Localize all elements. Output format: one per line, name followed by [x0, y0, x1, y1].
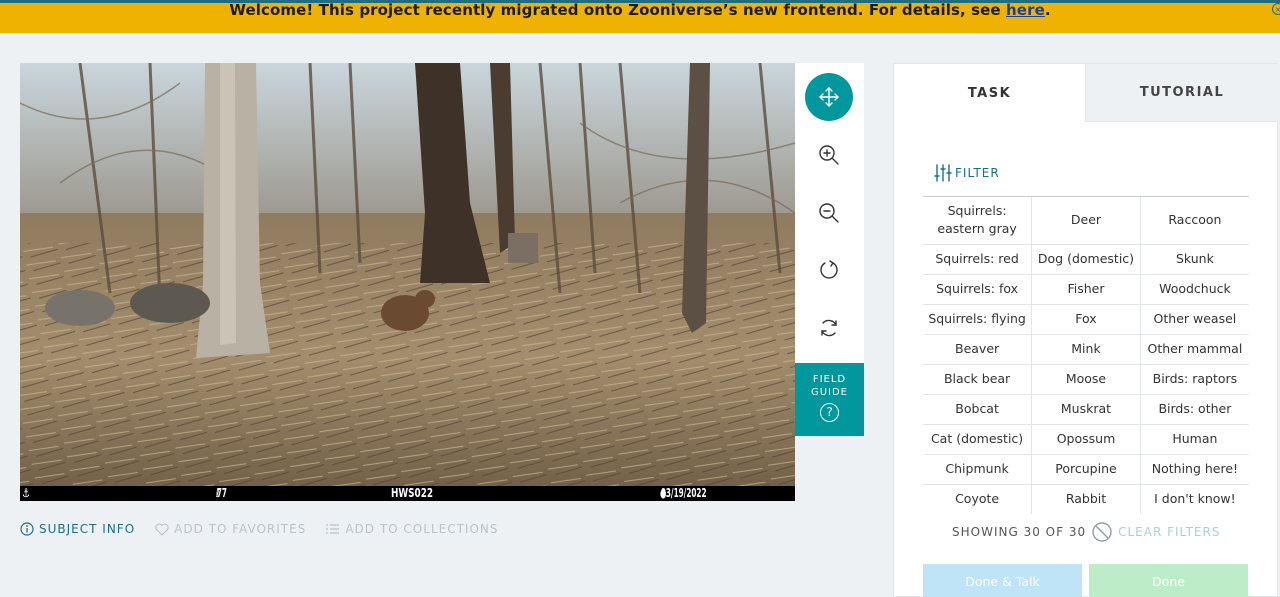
add-to-favorites-button[interactable]: ADD TO FAVORITES	[155, 522, 306, 536]
choice-row: Squirrels: eastern gray Deer Raccoon	[923, 197, 1249, 245]
choice-row: Squirrels: flying Fox Other weasel	[923, 304, 1249, 335]
reset-icon	[821, 319, 837, 337]
zoom-out-icon	[819, 203, 839, 223]
zoom-in-button[interactable]	[805, 131, 853, 179]
move-icon	[819, 87, 839, 107]
filter-label: FILTER	[955, 166, 1000, 180]
choice-other-mammal[interactable]: Other mammal	[1140, 334, 1249, 365]
choice-other-weasel[interactable]: Other weasel	[1140, 304, 1249, 335]
zoom-out-button[interactable]	[805, 189, 853, 237]
field-guide-label: FIELD GUIDE	[795, 363, 864, 399]
clear-filters-button[interactable]: CLEAR FILTERS	[1092, 522, 1220, 542]
camera-info-bar: ⚓ ℓ 77 F HWS022 ● 03/19/2022 11:14AM	[20, 486, 795, 501]
add-to-collections-label: ADD TO COLLECTIONS	[345, 522, 499, 536]
choice-chipmunk[interactable]: Chipmunk	[923, 454, 1033, 485]
choice-skunk[interactable]: Skunk	[1140, 244, 1249, 275]
choice-fox[interactable]: Fox	[1031, 304, 1141, 335]
choice-black-bear[interactable]: Black bear	[923, 364, 1033, 395]
choice-human[interactable]: Human	[1140, 424, 1249, 455]
choice-row: Coyote Rabbit I don't know!	[923, 484, 1249, 514]
camera-id: HWS022	[391, 486, 434, 500]
zoom-in-icon	[819, 145, 839, 165]
choice-deer[interactable]: Deer	[1031, 197, 1141, 245]
brand-logo-icon: ⚓	[22, 486, 30, 500]
banner-text: Welcome! This project recently migrated …	[229, 1, 1007, 19]
choice-birds-other[interactable]: Birds: other	[1140, 394, 1249, 425]
choice-opossum[interactable]: Opossum	[1031, 424, 1141, 455]
add-to-favorites-label: ADD TO FAVORITES	[174, 522, 307, 536]
choice-squirrels-red[interactable]: Squirrels: red	[923, 244, 1033, 275]
subject-meta-bar: SUBJECT INFO ADD TO FAVORITES ADD TO COL…	[20, 521, 519, 537]
subject-image[interactable]: ⚓ ℓ 77 F HWS022 ● 03/19/2022 11:14AM	[20, 63, 795, 501]
choice-muskrat[interactable]: Muskrat	[1031, 394, 1141, 425]
field-guide-button[interactable]: FIELD GUIDE ?	[795, 363, 864, 436]
choice-row: Beaver Mink Other mammal	[923, 334, 1249, 365]
subject-info-label: SUBJECT INFO	[39, 522, 136, 536]
question-icon: ?	[820, 403, 839, 422]
choice-cat-domestic[interactable]: Cat (domestic)	[923, 424, 1033, 455]
info-icon	[20, 522, 34, 536]
choice-porcupine[interactable]: Porcupine	[1031, 454, 1141, 485]
timestamp-text: 03/19/2022 11:14AM	[660, 486, 707, 500]
done-and-talk-button[interactable]: Done & Talk	[923, 564, 1082, 597]
move-button[interactable]	[805, 73, 853, 121]
field-guide-line1: FIELD	[812, 374, 847, 385]
list-icon	[326, 524, 340, 534]
showing-count: SHOWING 30 OF 30	[952, 525, 1087, 539]
choice-nothing-here[interactable]: Nothing here!	[1140, 454, 1249, 485]
choice-row: Cat (domestic) Opossum Human	[923, 424, 1249, 455]
camera-trap-photo	[20, 63, 795, 501]
announcement-banner: Welcome! This project recently migrated …	[0, 1, 1280, 33]
timestamp-readout: ● 03/19/2022 11:14AM	[660, 486, 707, 501]
rotate-icon	[820, 260, 838, 279]
choice-row: Squirrels: fox Fisher Woodchuck	[923, 274, 1249, 305]
subject-info-button[interactable]: SUBJECT INFO	[20, 522, 135, 536]
banner-punctuation: .	[1044, 1, 1051, 19]
showing-count-row: SHOWING 30 OF 30 CLEAR FILTERS	[952, 522, 1220, 542]
temperature-text: 77 F	[216, 486, 227, 500]
choice-dont-know[interactable]: I don't know!	[1140, 484, 1249, 514]
choice-squirrels-flying[interactable]: Squirrels: flying	[923, 304, 1033, 335]
add-to-collections-button[interactable]: ADD TO COLLECTIONS	[326, 522, 498, 536]
choice-row: Black bear Moose Birds: raptors	[923, 364, 1249, 395]
choice-birds-raptors[interactable]: Birds: raptors	[1140, 364, 1249, 395]
clear-filters-label: CLEAR FILTERS	[1118, 525, 1221, 539]
reset-button[interactable]	[805, 304, 853, 352]
banner-message: Welcome! This project recently migrated …	[0, 1, 1280, 19]
rotate-button[interactable]	[805, 246, 853, 294]
species-choices-grid: Squirrels: eastern gray Deer Raccoon Squ…	[923, 197, 1249, 514]
choice-rabbit[interactable]: Rabbit	[1031, 484, 1141, 514]
done-button[interactable]: Done	[1089, 564, 1248, 597]
tab-tutorial[interactable]: TUTORIAL	[1085, 64, 1278, 122]
tab-task[interactable]: TASK	[894, 64, 1085, 122]
choice-dog-domestic[interactable]: Dog (domestic)	[1031, 244, 1141, 275]
choice-row: Bobcat Muskrat Birds: other	[923, 394, 1249, 425]
choice-row: Squirrels: red Dog (domestic) Skunk	[923, 244, 1249, 275]
choice-moose[interactable]: Moose	[1031, 364, 1141, 395]
choice-mink[interactable]: Mink	[1031, 334, 1141, 365]
choice-beaver[interactable]: Beaver	[923, 334, 1033, 365]
heart-icon	[155, 523, 169, 536]
field-guide-line2: GUIDE	[810, 387, 849, 398]
sliders-icon	[934, 164, 952, 182]
choice-bobcat[interactable]: Bobcat	[923, 394, 1033, 425]
task-panel: TASK TUTORIAL FILTER Squirrels: eastern …	[893, 63, 1278, 597]
choice-squirrels-eastern-gray[interactable]: Squirrels: eastern gray	[923, 197, 1033, 245]
choice-row: Chipmunk Porcupine Nothing here!	[923, 454, 1249, 485]
filter-button[interactable]: FILTER	[934, 164, 1000, 182]
choice-woodchuck[interactable]: Woodchuck	[1140, 274, 1249, 305]
banner-link[interactable]: here	[1006, 1, 1045, 19]
choice-coyote[interactable]: Coyote	[923, 484, 1033, 514]
choice-squirrels-fox[interactable]: Squirrels: fox	[923, 274, 1033, 305]
choice-fisher[interactable]: Fisher	[1031, 274, 1141, 305]
clear-icon	[1092, 522, 1112, 542]
temperature-readout: ℓ 77 F	[216, 486, 227, 501]
close-icon[interactable]: ×	[1272, 3, 1280, 15]
choice-raccoon[interactable]: Raccoon	[1140, 197, 1249, 245]
